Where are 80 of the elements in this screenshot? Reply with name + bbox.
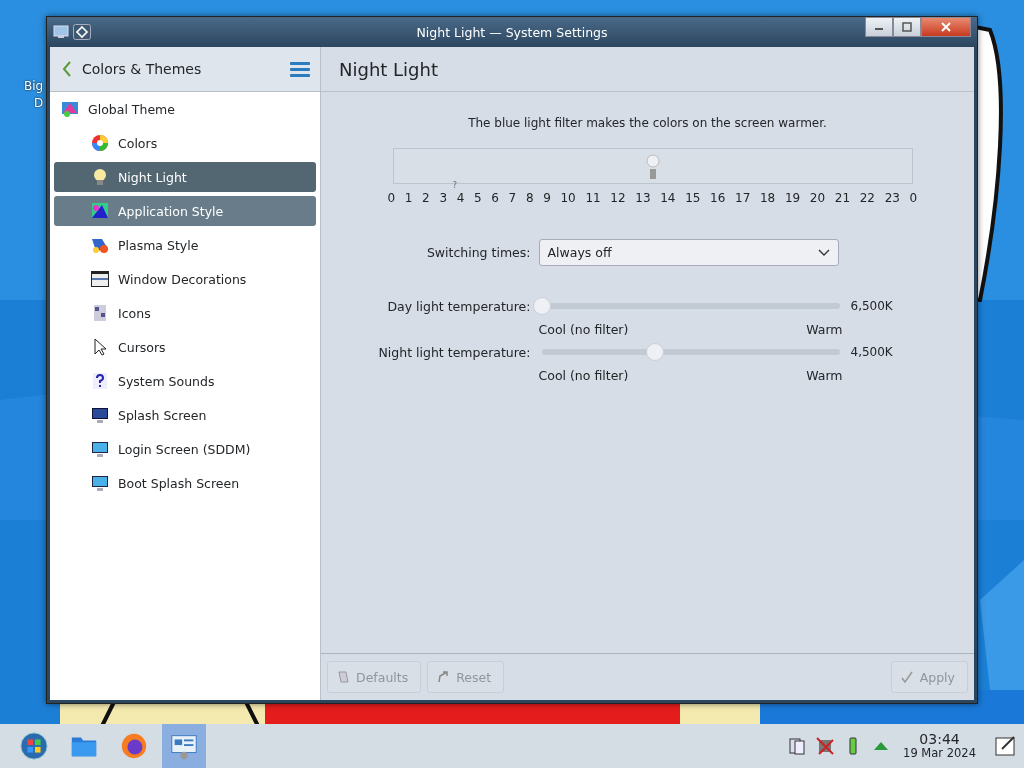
- hour-label: 9: [543, 191, 551, 205]
- monitor-icon: [90, 439, 110, 459]
- sidebar-item[interactable]: Cursors: [54, 332, 316, 362]
- max-label: Warm: [806, 367, 843, 383]
- sidebar-item[interactable]: Night Light: [54, 162, 316, 192]
- menu-icon[interactable]: [290, 61, 310, 77]
- checkmark-icon: [899, 670, 914, 684]
- palette-icon: [90, 201, 110, 221]
- slider-value: 4,500K: [850, 345, 894, 359]
- hour-label: 17: [735, 191, 751, 205]
- hour-label: 12: [610, 191, 626, 205]
- slider-thumb[interactable]: [645, 343, 664, 361]
- window-icon: [90, 269, 110, 289]
- hour-label: 7: [508, 191, 517, 205]
- pin-icon[interactable]: [73, 24, 91, 40]
- sidebar-item[interactable]: Splash Screen: [54, 400, 316, 430]
- hour-label: 19: [784, 191, 801, 205]
- hour-marker: ?: [452, 181, 457, 190]
- hour-label: 11: [585, 191, 601, 205]
- slider-thumb[interactable]: [532, 297, 551, 315]
- question-icon: [90, 371, 110, 391]
- hour-label: 22: [859, 191, 875, 205]
- sidebar-item[interactable]: System Sounds: [54, 366, 316, 396]
- hour-label: 18: [759, 191, 776, 205]
- hour-label: 4: [456, 191, 465, 205]
- hour-label: 21: [834, 191, 851, 205]
- slider-label: Night light temperature:: [378, 344, 531, 360]
- sidebar-item[interactable]: Plasma Style: [54, 230, 316, 260]
- min-label: Cool (no filter): [538, 321, 629, 337]
- eraser-icon: [336, 670, 350, 684]
- hour-label: 8: [525, 191, 534, 205]
- max-label: Warm: [806, 321, 843, 337]
- description: The blue light filter makes the colors on the screen warmer.: [468, 116, 827, 130]
- section-title: Colors & Themes: [82, 61, 203, 77]
- color-wheel-icon: [90, 133, 110, 153]
- maximize-button[interactable]: [893, 17, 921, 37]
- clipboard-icon[interactable]: [787, 736, 808, 756]
- sidebar-item[interactable]: Application Style: [54, 196, 316, 226]
- hour-label: 20: [809, 191, 826, 205]
- chevron-down-icon: [817, 248, 830, 257]
- field-label: Switching times:: [425, 245, 531, 260]
- close-button[interactable]: [921, 17, 971, 37]
- hour-label: 0: [909, 191, 918, 205]
- hour-label: 1: [404, 191, 413, 205]
- hour-label: 5: [474, 191, 482, 205]
- close-icon: [941, 22, 951, 32]
- slider-value: 6,500K: [850, 299, 894, 313]
- hour-label: 15: [685, 191, 701, 205]
- window-title: Night Light — System Settings: [415, 24, 609, 40]
- hour-label: 10: [560, 191, 576, 205]
- clock[interactable]: 03:44 19 Mar 2024: [903, 732, 976, 760]
- theme-icon: [60, 99, 80, 119]
- page-title: Night Light: [339, 58, 438, 80]
- settings-app-icon[interactable]: [162, 724, 206, 768]
- app-menu-icon[interactable]: [53, 24, 69, 40]
- hour-label: 2: [422, 191, 430, 205]
- hour-label: 23: [884, 191, 900, 205]
- slider-label: Day light temperature:: [386, 298, 531, 314]
- hour-label: 14: [660, 191, 676, 205]
- sidebar-item[interactable]: Window Decorations: [54, 264, 316, 294]
- sidebar-item[interactable]: Icons: [54, 298, 316, 328]
- minimize-button[interactable]: [865, 17, 893, 37]
- monitor-icon: [90, 405, 110, 425]
- monitor-icon: [90, 473, 110, 493]
- sidebar-item[interactable]: Colors: [54, 128, 316, 158]
- sidebar-item[interactable]: Boot Splash Screen: [54, 468, 316, 498]
- network-disconnected-icon[interactable]: [815, 736, 836, 756]
- back-icon[interactable]: [62, 60, 72, 78]
- switching-times-dropdown[interactable]: Always off: [538, 239, 839, 266]
- maximize-icon: [902, 22, 912, 32]
- hour-label: 3: [439, 191, 448, 205]
- arrow-icon: [436, 670, 451, 684]
- notes-icon[interactable]: [994, 734, 1018, 758]
- hour-label: 13: [635, 191, 651, 205]
- hour-label: 6: [491, 191, 499, 205]
- sidebar-item[interactable]: Login Screen (SDDM): [54, 434, 316, 464]
- sidebar-item[interactable]: Global Theme: [54, 94, 316, 124]
- hour-label: 16: [710, 191, 726, 205]
- min-label: Cool (no filter): [538, 367, 629, 383]
- hour-label: 0: [387, 191, 396, 205]
